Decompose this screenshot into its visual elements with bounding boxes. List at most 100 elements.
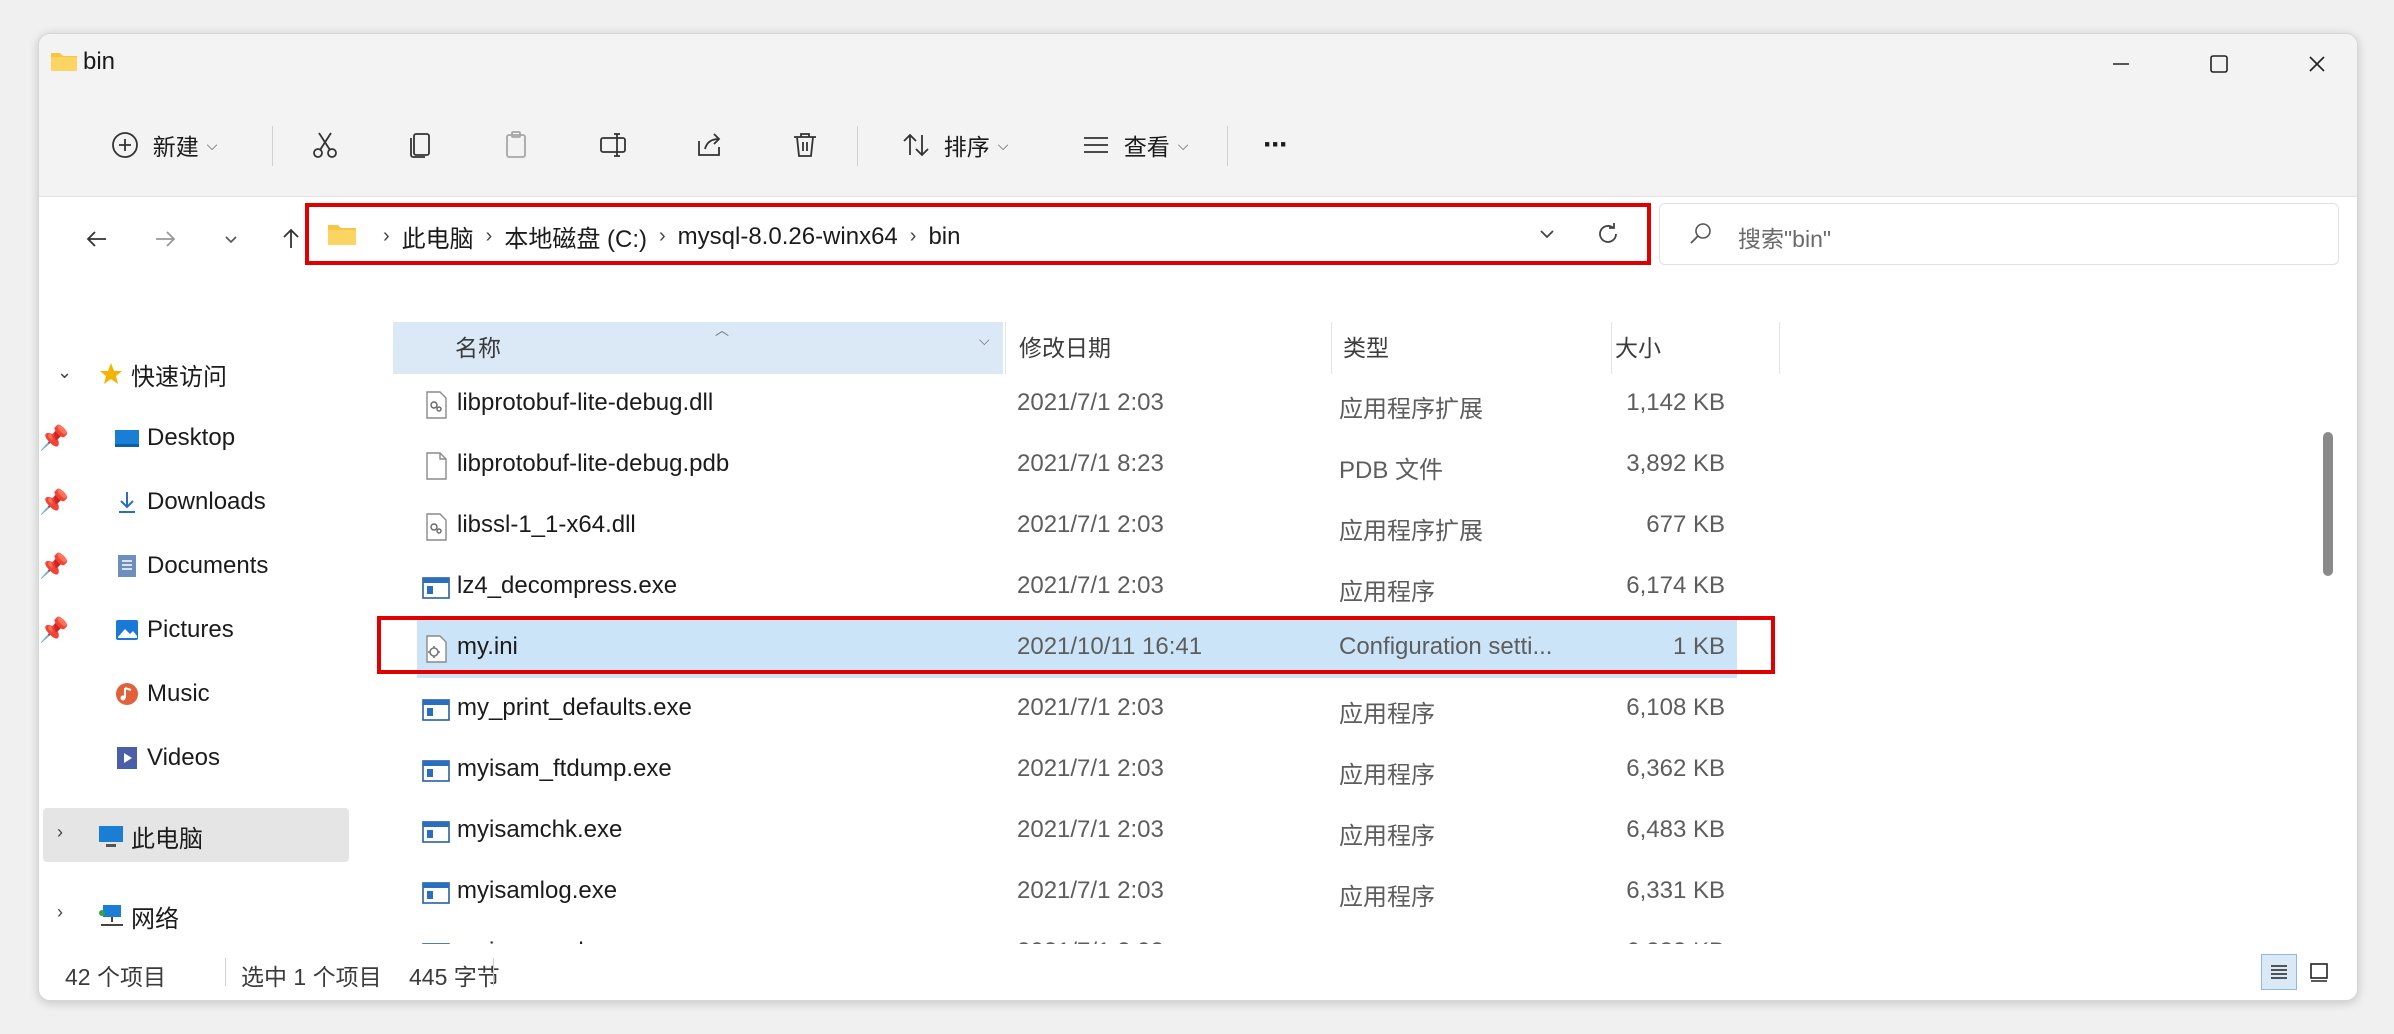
sidebar-item-pictures[interactable]: Pictures [113,606,234,654]
forward-button[interactable] [143,219,187,259]
search-placeholder: 搜索"bin" [1738,226,1832,252]
column-divider[interactable] [1611,322,1612,374]
delete-button[interactable] [775,118,835,172]
file-date: 2021/7/1 2:03 [1017,816,1164,843]
sidebar-item-label: Desktop [147,424,236,451]
sort-label: 排序 [943,134,990,160]
column-header-type[interactable]: 类型 [1343,322,1389,370]
arrow-left-icon [86,231,106,247]
breadcrumb-this-pc[interactable]: 此电脑 [402,219,474,254]
file-name: myisam_ftdump.exe [457,755,672,782]
dll-icon [421,512,451,542]
back-button[interactable] [75,219,119,259]
scrollbar-thumb[interactable] [2323,432,2333,576]
folder-icon [51,53,77,71]
close-button[interactable] [2281,42,2353,86]
file-date: 2021/10/11 16:41 [1017,633,1203,660]
file-explorer-window: bin 新建 ⌵ 排序 ⌵ 查看 ⌵ ··· › 此电脑 › 本地磁盘 (C:)… [38,33,2358,1001]
column-menu-chevron-icon[interactable]: ⌵ [979,332,990,349]
address-bar[interactable]: › 此电脑 › 本地磁盘 (C:) › mysql-8.0.26-winx64 … [305,203,1651,265]
minimize-icon [2113,63,2129,65]
command-bar: 新建 ⌵ 排序 ⌵ 查看 ⌵ ··· [39,92,2357,196]
folder-icon [328,225,356,245]
file-type: PDB 文件 [1339,457,1444,484]
sidebar-item-quick-access[interactable]: 快速访问 [97,350,227,398]
tiles-view-button[interactable] [2301,954,2337,990]
table-row[interactable]: libssl-1_1-x64.dll 2021/7/1 2:03 应用程序扩展 677… [417,498,1737,556]
file-size: 1,142 KB [1626,389,1725,416]
pin-icon[interactable]: 📌 [39,542,69,590]
column-header-date[interactable]: 修改日期 [1019,322,1111,370]
expand-chevron-icon[interactable]: ⌄ [57,362,77,382]
pin-icon[interactable]: 📌 [39,478,69,526]
column-divider[interactable] [1779,322,1780,374]
exe-icon [421,695,451,725]
sidebar-item-videos[interactable]: Videos [113,734,220,782]
column-header-name[interactable]: 名称 [455,322,501,370]
sidebar-item-label: 网络 [131,905,179,933]
file-date: 2021/7/1 2:03 [1017,572,1164,599]
copy-button[interactable] [391,118,451,172]
paste-icon [506,131,526,158]
vertical-scrollbar[interactable] [2317,284,2339,934]
cut-button[interactable] [295,118,355,172]
exe-icon [421,817,451,847]
paste-button[interactable] [487,118,547,172]
recent-locations-button[interactable] [209,219,253,259]
rename-button[interactable] [583,118,643,172]
table-row[interactable]: myisamchk.exe 2021/7/1 2:03 应用程序 6,483 KB [417,803,1737,861]
breadcrumb-mysql-folder[interactable]: mysql-8.0.26-winx64 [678,223,898,251]
table-row[interactable]: libprotobuf-lite-debug.dll 2021/7/1 2:03 应… [417,376,1737,434]
table-row[interactable]: myisamlog.exe 2021/7/1 2:03 应用程序 6,331 KB [417,864,1737,922]
search-box[interactable]: 搜索"bin" [1659,203,2339,265]
pin-icon[interactable]: 📌 [39,414,69,462]
chevron-down-icon [225,236,237,244]
pin-icon[interactable]: 📌 [39,606,69,654]
details-view-icon [2271,965,2287,979]
table-row[interactable]: my.ini 2021/10/11 16:41 Configuration sett… [417,620,1737,678]
sidebar-item-desktop[interactable]: Desktop [113,414,235,462]
breadcrumb-separator: › [909,225,917,247]
minimize-button[interactable] [2085,42,2157,86]
sidebar-item-network[interactable]: 网络 [97,892,179,940]
file-type: Configuration setti... [1339,633,1553,660]
maximize-button[interactable] [2183,42,2255,86]
file-date: 2021/7/1 2:03 [1017,755,1164,782]
table-row[interactable]: my_print_defaults.exe 2021/7/1 2:03 应用程序 6,… [417,681,1737,739]
dll-icon [421,390,451,420]
breadcrumb-local-disk[interactable]: 本地磁盘 (C:) [504,219,647,254]
arrow-up-icon [283,228,299,248]
more-options-button[interactable]: ··· [1245,118,1305,172]
sort-button[interactable]: 排序 ⌵ [879,118,1029,172]
sidebar-item-downloads[interactable]: Downloads [113,478,266,526]
sidebar-item-this-pc[interactable]: 此电脑 [97,812,203,860]
refresh-icon[interactable] [1593,219,1623,249]
sidebar-item-label: Downloads [147,488,266,515]
column-divider[interactable] [1005,322,1006,374]
status-divider [493,958,494,986]
file-name: my_print_defaults.exe [457,694,692,721]
sidebar-item-documents[interactable]: Documents [113,542,268,590]
column-divider[interactable] [1331,322,1332,374]
new-button[interactable]: 新建 ⌵ [73,118,253,172]
file-type: 应用程序 [1339,579,1435,606]
column-header-size[interactable]: 大小 [1615,322,1661,370]
table-row[interactable]: libprotobuf-lite-debug.pdb 2021/7/1 8:23 P… [417,437,1737,495]
chevron-down-icon: ⌵ [206,136,218,153]
table-row[interactable]: myisam_ftdump.exe 2021/7/1 2:03 应用程序 6,362 … [417,742,1737,800]
sidebar-item-music[interactable]: Music [113,670,210,718]
address-history-icon[interactable] [1533,220,1561,248]
expand-chevron-icon[interactable]: › [57,822,77,842]
document-icon [113,552,141,580]
breadcrumb-bin[interactable]: bin [928,223,960,251]
arrow-right-icon [156,231,176,247]
expand-chevron-icon[interactable]: › [57,902,77,922]
file-date: 2021/7/1 2:03 [1017,511,1164,538]
share-button[interactable] [679,118,739,172]
details-view-button[interactable] [2261,954,2297,990]
view-button[interactable]: 查看 ⌵ [1059,118,1209,172]
share-icon [698,133,721,156]
table-row[interactable]: lz4_decompress.exe 2021/7/1 2:03 应用程序 6,174… [417,559,1737,617]
exe-icon [421,878,451,908]
navigation-bar: › 此电脑 › 本地磁盘 (C:) › mysql-8.0.26-winx64 … [39,196,2357,281]
